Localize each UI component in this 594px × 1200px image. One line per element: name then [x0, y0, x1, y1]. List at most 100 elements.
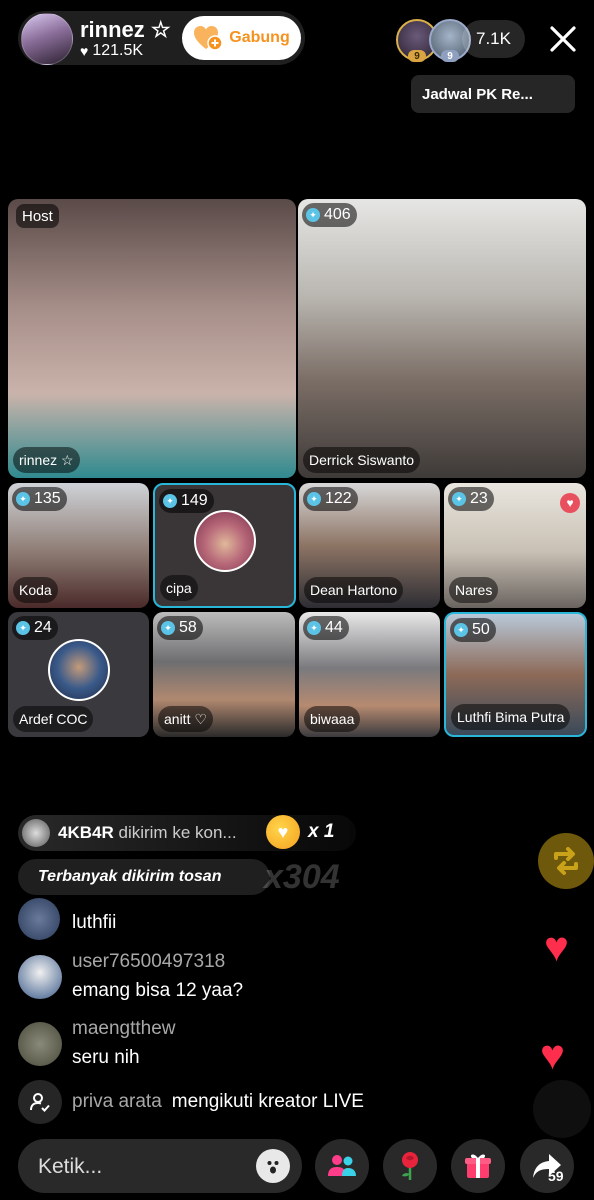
commenter-avatar[interactable] [18, 1022, 62, 1066]
floating-heart-icon: ♥ [544, 923, 569, 970]
score-badge: ✦ 135 [12, 487, 67, 511]
commenter-avatar[interactable] [18, 898, 60, 940]
score-value: 406 [324, 206, 351, 223]
guest-tile[interactable]: ✦ 24 Ardef COC [8, 612, 149, 737]
gem-icon: ✦ [16, 621, 30, 635]
participant-name: cipa [160, 575, 198, 601]
top-viewers[interactable]: 9 9 [396, 19, 471, 62]
score-value: 44 [325, 619, 343, 636]
participant-name: Koda [13, 577, 58, 603]
score-value: 23 [470, 490, 488, 507]
gift-sender-name: 4KB4R [58, 823, 114, 842]
rose-gift-button[interactable] [383, 1139, 437, 1193]
comment-text: seru nih [72, 1047, 140, 1068]
gem-icon: ✦ [452, 492, 466, 506]
follow-event: priva arata mengikuti kreator LIVE [18, 1080, 364, 1124]
score-badge: ✦ 58 [157, 616, 203, 640]
participant-name: Nares [449, 577, 499, 603]
participant-name: anitt ♡ [158, 706, 213, 732]
comment-text: luthfii [72, 912, 117, 933]
score-badge: ✦ 23 [448, 487, 494, 511]
guest-tile[interactable]: ✦ 149 cipa [153, 483, 296, 608]
hug-emoji-icon: ♥ [266, 815, 300, 849]
guest-tile[interactable]: ✦ 44 biwaaa [299, 612, 440, 737]
gift-count: x 1 [308, 821, 335, 842]
participant-name: rinnez ☆ [13, 447, 80, 473]
gem-icon: ✦ [306, 208, 320, 222]
gift-sender-avatar [22, 819, 50, 847]
score-value: 149 [181, 492, 208, 509]
join-button[interactable]: Gabung [182, 16, 301, 60]
gift-button[interactable] [451, 1139, 505, 1193]
comment-text: emang bisa 12 yaa? [72, 980, 244, 1001]
rank-badge: 9 [441, 50, 459, 62]
guest-tile[interactable]: ✦ 122 Dean Hartono [299, 483, 440, 608]
comment-input[interactable] [36, 1139, 260, 1195]
share-button[interactable] [520, 1139, 574, 1193]
host-likes-count: 121.5K [92, 42, 144, 59]
score-value: 135 [34, 490, 61, 507]
participant-avatar [193, 509, 256, 572]
chat-comment[interactable]: user76500497318 emang bisa 12 yaa? [18, 951, 438, 1007]
heart-plus-icon [194, 26, 224, 51]
guest-tile[interactable]: ✦ 50 Luthfi Bima Putra [444, 612, 587, 737]
score-badge: ✦ 44 [303, 616, 349, 640]
join-label: Gabung [229, 29, 290, 46]
gift-banner: 4KB4R dikirim ke kon... ♥ x 1 [18, 815, 356, 851]
multi-guest-button[interactable] [315, 1139, 369, 1193]
follower-name[interactable]: priva arata [72, 1091, 162, 1113]
rank-badge: 9 [408, 50, 426, 62]
guest-tile[interactable]: Host rinnez ☆ [8, 199, 296, 478]
commenter-name[interactable]: maengtthew [72, 1018, 176, 1040]
gem-icon: ✦ [307, 492, 321, 506]
viewer-count[interactable]: 7.1K [462, 20, 525, 58]
score-value: 24 [34, 619, 52, 636]
guest-tile[interactable]: ✦ 135 Koda [8, 483, 149, 608]
guest-tile[interactable]: ✦ 23 ♥ Nares [444, 483, 586, 608]
score-value: 50 [472, 621, 490, 638]
people-icon [328, 1155, 356, 1176]
rose-icon [402, 1152, 418, 1180]
guest-tile[interactable]: ✦ 58 anitt ♡ [153, 612, 295, 737]
chat-comment[interactable]: maengtthew seru nih [18, 1018, 438, 1074]
gift-emoji-icon: ♥ [560, 493, 580, 513]
participant-name: Luthfi Bima Putra [451, 704, 571, 730]
follow-text: mengikuti kreator LIVE [171, 1091, 364, 1112]
participant-name: Dean Hartono [304, 577, 404, 603]
gem-icon: ✦ [161, 621, 175, 635]
gem-icon: ✦ [454, 623, 468, 637]
host-avatar[interactable] [21, 13, 73, 65]
score-badge: ✦ 24 [12, 616, 58, 640]
commenter-name[interactable]: user76500497318 [72, 951, 225, 973]
score-value: 58 [179, 619, 197, 636]
host-name: rinnez ☆ [80, 17, 171, 42]
comment-input-bar[interactable] [18, 1139, 302, 1195]
gem-icon: ✦ [163, 494, 177, 508]
participant-name: Derrick Siswanto [303, 447, 421, 473]
repost-icon [554, 847, 578, 875]
top-sender-banner: Terbanyak dikirim tosan [18, 859, 270, 895]
commenter-avatar[interactable] [18, 955, 62, 999]
repost-button[interactable] [538, 833, 594, 889]
host-info-pill[interactable]: rinnez ☆ ♥ 121.5K Gabung [18, 11, 305, 65]
pk-schedule-button[interactable]: Jadwal PK Re... [411, 75, 575, 113]
emoji-button[interactable] [256, 1149, 290, 1183]
faded-action-button [533, 1080, 591, 1138]
score-badge: ✦ 149 [159, 489, 214, 513]
close-icon[interactable] [548, 24, 578, 54]
gift-combo-faded: x304 [264, 858, 340, 896]
participant-avatar [47, 638, 110, 701]
gem-icon: ✦ [16, 492, 30, 506]
score-badge: ✦ 50 [450, 618, 496, 642]
chat-comment[interactable]: luthfii [18, 895, 438, 940]
participant-name: Ardef COC [13, 706, 94, 732]
floating-heart-icon: ♥ [540, 1031, 565, 1078]
gift-banner-text: 4KB4R dikirim ke kon... [58, 823, 237, 843]
heart-icon: ♥ [80, 43, 89, 59]
score-badge: ✦ 122 [303, 487, 358, 511]
follow-user-icon [18, 1080, 62, 1124]
participant-name: biwaaa [304, 706, 361, 732]
host-tag: Host [16, 204, 59, 228]
gift-description: dikirim ke kon... [118, 823, 237, 842]
guest-tile[interactable]: ✦ 406 Derrick Siswanto [298, 199, 586, 478]
